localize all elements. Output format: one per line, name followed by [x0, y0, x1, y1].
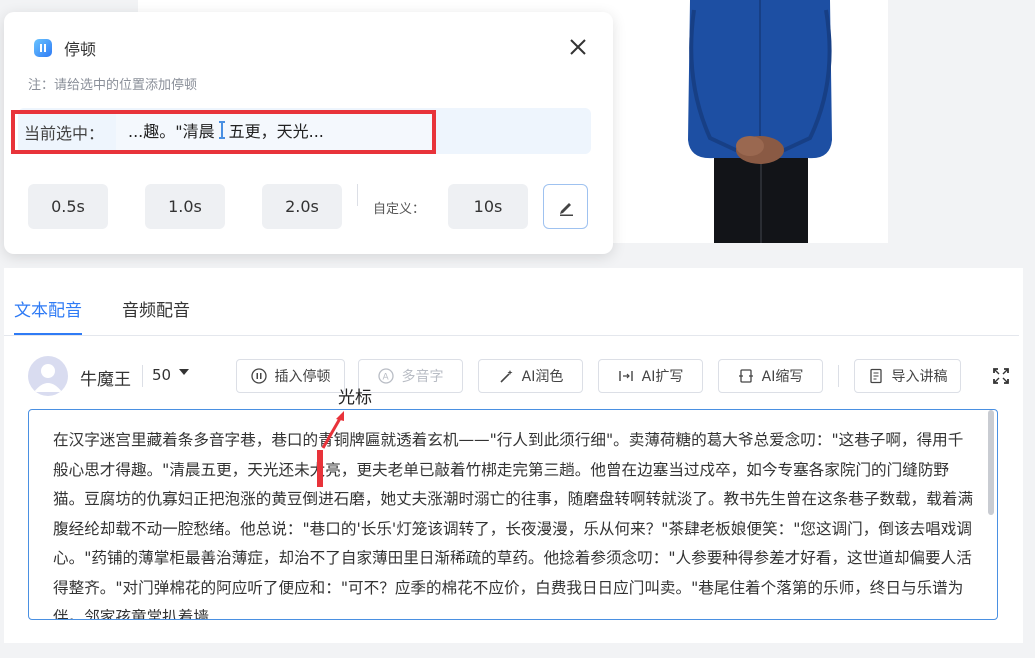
pause-option-2.0s[interactable]: 2.0s [262, 184, 342, 229]
fullscreen-icon[interactable] [992, 367, 1010, 385]
custom-label: 自定义： [373, 202, 426, 217]
document-icon [869, 368, 882, 384]
pause-icon [34, 39, 52, 57]
close-icon[interactable] [567, 36, 589, 58]
import-script-button[interactable]: 导入讲稿 [854, 359, 961, 393]
polyphone-button[interactable]: A 多音字 [358, 359, 463, 393]
toolbar-divider [838, 365, 839, 387]
svg-text:A: A [382, 373, 389, 383]
pause-dialog-header: 停顿 [34, 36, 96, 60]
editor-toolbar: 牛魔王 50 插入停顿 A 多音字 AI润色 AI扩写 AI缩写 导入讲稿 [28, 356, 1018, 396]
magic-wand-icon [500, 370, 513, 383]
voice-name[interactable]: 牛魔王 [80, 365, 131, 390]
annotation-arrow-icon [317, 411, 344, 487]
polyphone-label: 多音字 [401, 369, 444, 385]
avatar-person-image [680, 0, 840, 243]
user-icon [34, 364, 62, 392]
pause-dialog-title: 停顿 [64, 40, 97, 59]
edit-custom-button[interactable] [543, 184, 588, 229]
toolbar-divider [142, 365, 143, 387]
polyphone-icon: A [377, 368, 394, 384]
ai-polish-label: AI润色 [521, 369, 564, 385]
ai-shorten-button[interactable]: AI缩写 [718, 359, 823, 393]
ai-shorten-label: AI缩写 [761, 369, 804, 385]
selection-highlight-box [11, 110, 436, 154]
speed-value[interactable]: 50 [152, 366, 171, 384]
ai-expand-label: AI扩写 [641, 369, 684, 385]
voice-avatar[interactable] [28, 356, 68, 396]
tab-audio-dubbing[interactable]: 音频配音 [122, 296, 190, 336]
ai-expand-button[interactable]: AI扩写 [598, 359, 703, 393]
editor-scrollbar[interactable] [988, 410, 994, 515]
custom-pause-input[interactable]: 10s [448, 184, 528, 229]
tab-divider [4, 335, 1019, 336]
script-editor[interactable]: 在汉字迷宫里藏着条多音字巷，巷口的青铜牌匾就透着玄机——"行人到此须行细"。卖薄… [28, 409, 998, 620]
shorten-text-icon [738, 369, 753, 383]
insert-pause-label: 插入停顿 [274, 369, 331, 385]
option-divider [357, 184, 358, 206]
tab-text-dubbing[interactable]: 文本配音 [14, 296, 82, 336]
insert-pause-button[interactable]: 插入停顿 [236, 359, 345, 393]
script-text[interactable]: 在汉字迷宫里藏着条多音字巷，巷口的青铜牌匾就透着玄机——"行人到此须行细"。卖薄… [53, 426, 977, 619]
chevron-down-icon[interactable] [179, 369, 189, 375]
ai-polish-button[interactable]: AI润色 [478, 359, 583, 393]
pause-circle-icon [250, 368, 267, 384]
pencil-icon [559, 202, 573, 216]
pause-option-0.5s[interactable]: 0.5s [28, 184, 108, 229]
expand-text-icon [618, 371, 633, 381]
dubbing-tabs: 文本配音 音频配音 [14, 296, 230, 336]
pause-option-1.0s[interactable]: 1.0s [145, 184, 225, 229]
import-script-label: 导入讲稿 [891, 369, 948, 385]
pause-note: 注：请给选中的位置添加停顿 [28, 78, 198, 93]
